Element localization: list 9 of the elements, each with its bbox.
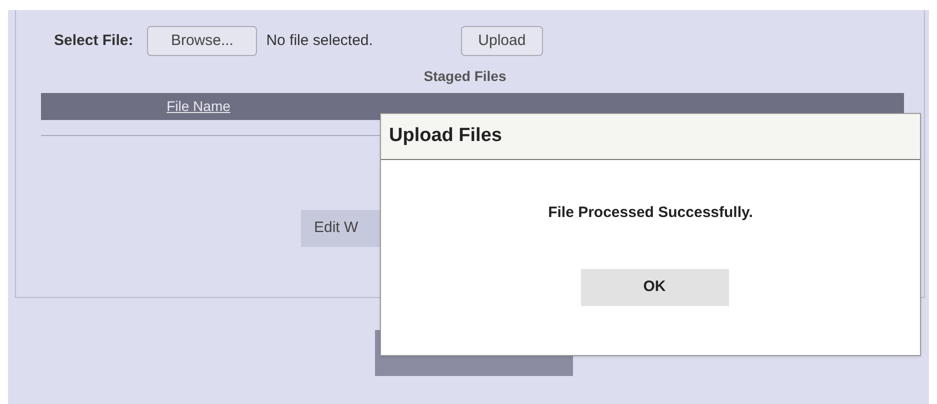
file-status-text: No file selected. (266, 30, 373, 51)
section-title: Staged Files (424, 67, 506, 86)
dialog-title: Upload Files (389, 124, 502, 148)
select-file-label: Select File: (54, 30, 134, 51)
ok-button[interactable]: OK (580, 268, 728, 306)
dialog-message: File Processed Successfully. (548, 203, 753, 223)
column-header-link[interactable]: File Name (166, 96, 230, 117)
browse-button[interactable]: Browse... (147, 26, 258, 56)
upload-button[interactable]: Upload (460, 26, 543, 56)
